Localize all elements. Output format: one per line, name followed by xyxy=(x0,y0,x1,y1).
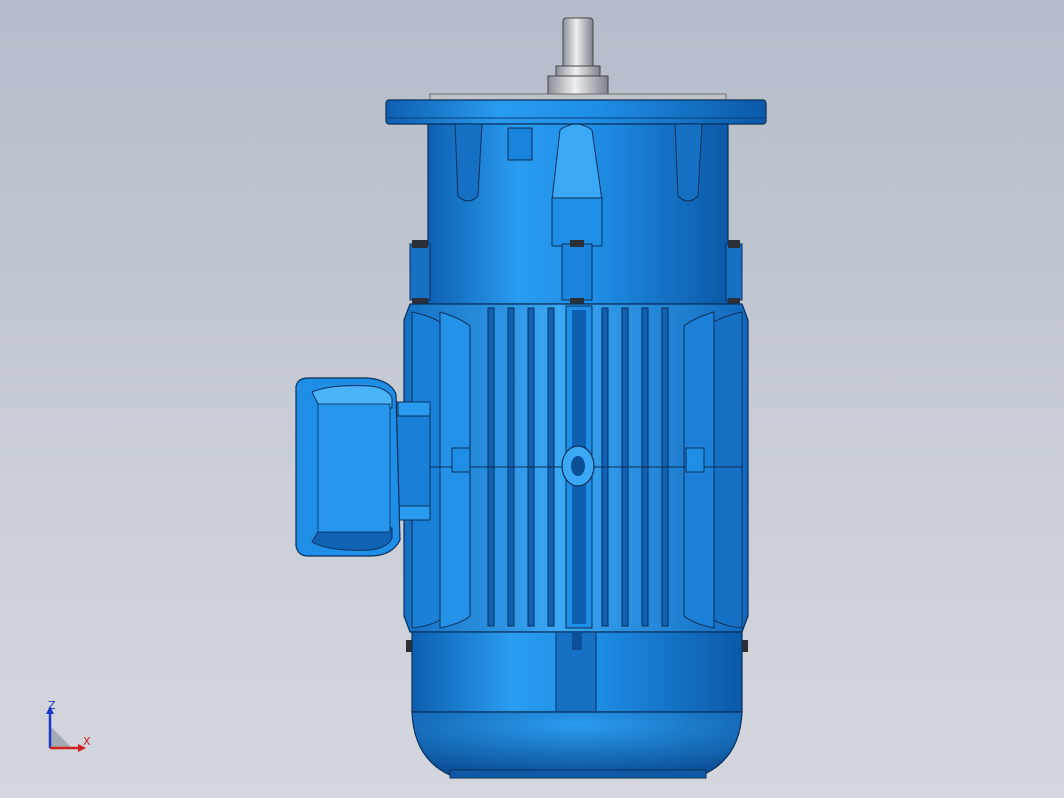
triad-z-label: Z xyxy=(48,699,56,712)
mounting-flange[interactable] xyxy=(385,99,767,125)
graphics-viewport[interactable]: Z X xyxy=(0,0,1064,798)
stator-body[interactable] xyxy=(403,303,749,633)
shaft[interactable] xyxy=(429,17,727,101)
triad-x-label: X xyxy=(83,735,91,748)
fan-cover[interactable] xyxy=(406,631,748,779)
front-housing[interactable] xyxy=(409,123,743,305)
motor-model[interactable] xyxy=(0,0,1064,798)
